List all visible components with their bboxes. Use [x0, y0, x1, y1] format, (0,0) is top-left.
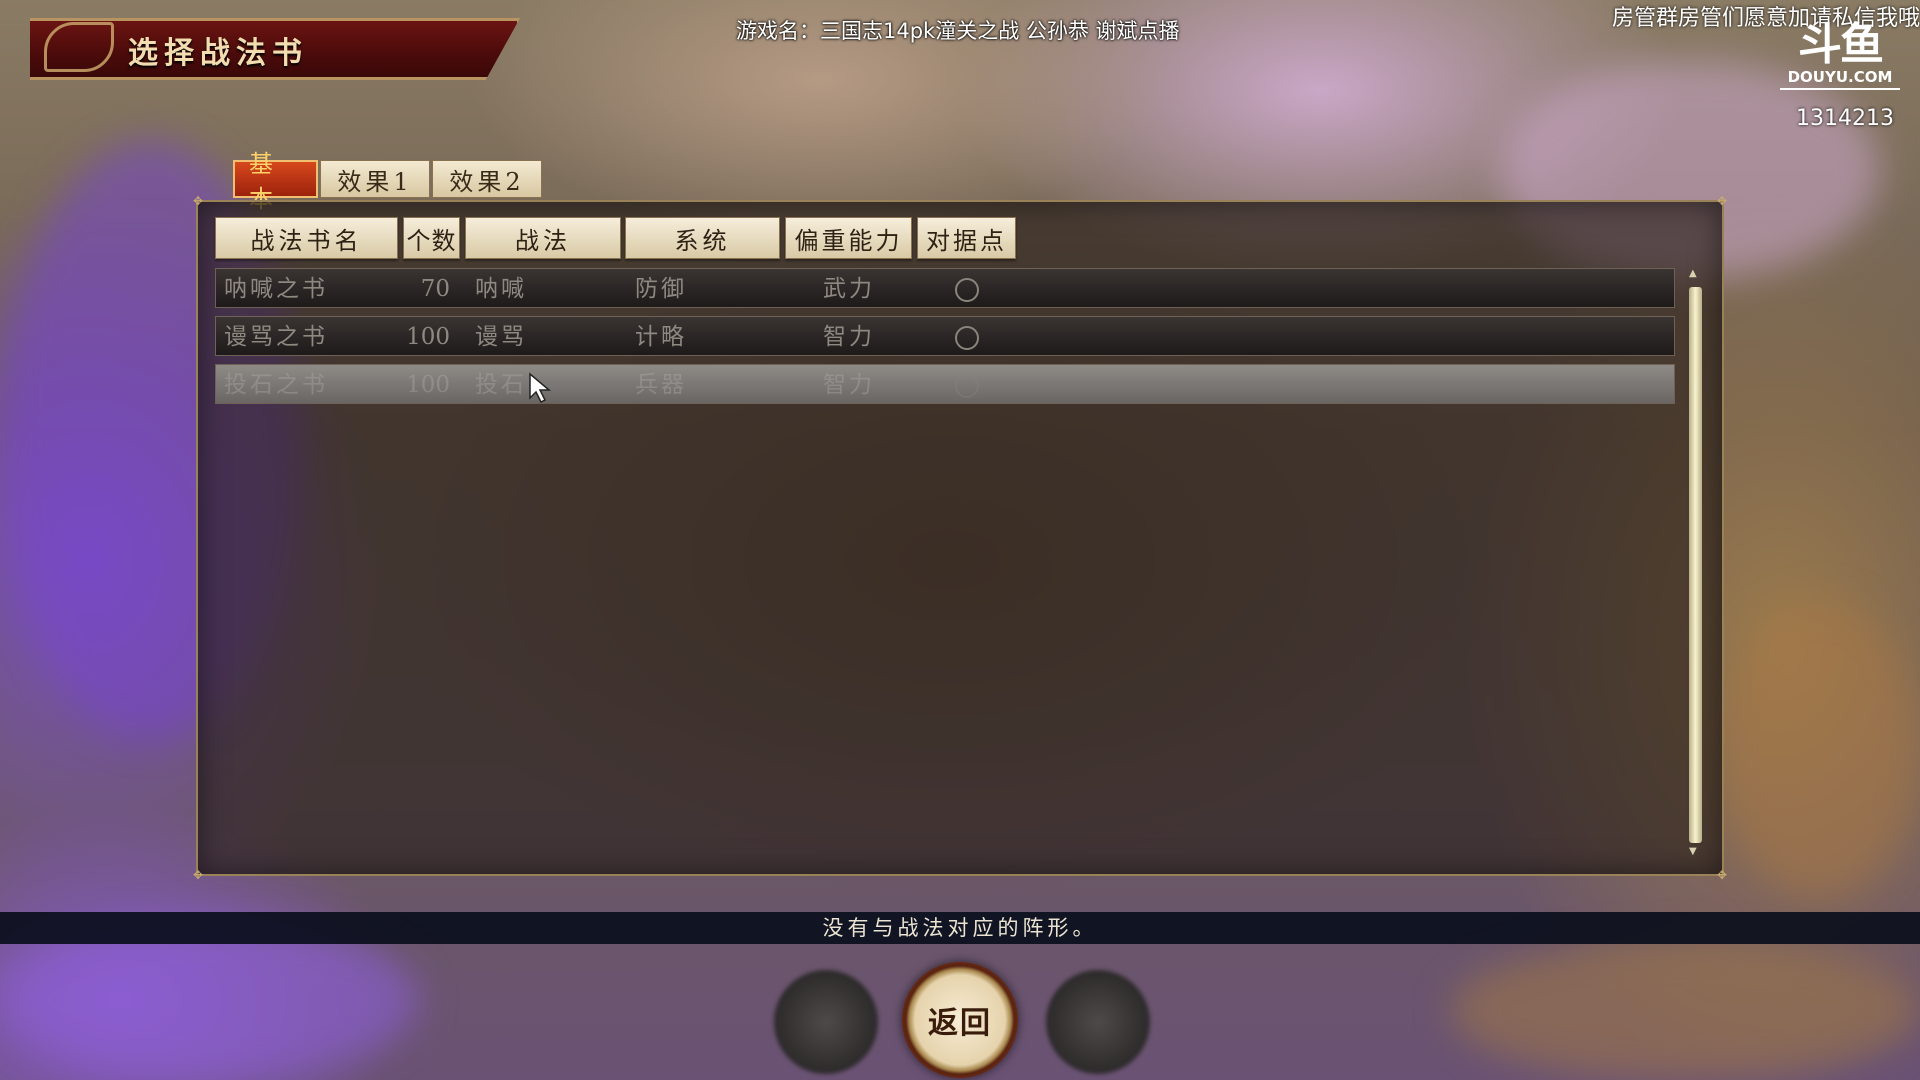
book-ability: 武力 [823, 276, 875, 302]
background-foliage [1450, 940, 1920, 1080]
info-message: 没有与战法对应的阵形。 [0, 912, 1920, 944]
stream-game-title: 游戏名：三国志14pk潼关之战 公孙恭 谢斌点播 [736, 19, 1180, 43]
column-header-tactic[interactable]: 战法 [465, 217, 621, 259]
column-header-vs-base[interactable]: 对据点 [917, 217, 1016, 259]
tab-effect-2[interactable]: 效果2 [432, 160, 542, 198]
return-button[interactable]: 返回 [902, 962, 1018, 1078]
book-count: 70 [420, 276, 450, 302]
book-count: 100 [406, 372, 450, 398]
book-system: 防御 [635, 276, 687, 302]
corner-ornament-icon: ✥ [1717, 194, 1728, 208]
column-header-count[interactable]: 个数 [403, 217, 460, 259]
vs-base-circle-icon [955, 326, 979, 350]
column-header-system[interactable]: 系统 [625, 217, 780, 259]
tab-effect-1[interactable]: 效果1 [320, 160, 430, 198]
book-name: 谩骂之书 [224, 324, 328, 350]
mouse-cursor-icon [529, 372, 552, 404]
tab-basic[interactable]: 基本 [233, 150, 318, 213]
vs-base-circle-icon [955, 278, 979, 302]
douyu-logo-glyph: 斗鱼 [1798, 19, 1884, 70]
scroll-down-icon[interactable]: ▼ [1689, 846, 1697, 857]
corner-ornament-icon: ✥ [193, 194, 204, 208]
column-header-book-name[interactable]: 战法书名 [215, 217, 398, 259]
book-tactic: 呐喊 [475, 276, 527, 302]
column-header-ability[interactable]: 偏重能力 [785, 217, 912, 259]
tab-bar: 基本 效果1 效果2 [233, 150, 542, 213]
book-count: 100 [406, 324, 450, 350]
douyu-logo-text: DOUYU.COM [1780, 68, 1900, 90]
screen-title: 选择战法书 [128, 36, 308, 71]
corner-ornament-icon: ✥ [193, 868, 204, 882]
book-ability: 智力 [823, 324, 875, 350]
scrollbar-thumb[interactable] [1689, 287, 1702, 843]
background-foliage [0, 920, 420, 1080]
book-system: 兵器 [635, 372, 687, 398]
right-orb-decoration [1046, 970, 1150, 1074]
book-tactic: 谩骂 [475, 324, 527, 350]
book-name: 呐喊之书 [224, 276, 328, 302]
douyu-logo: 斗鱼 DOUYU.COM [1780, 19, 1900, 90]
corner-ornament-icon: ✥ [1717, 868, 1728, 882]
book-system: 计略 [635, 324, 687, 350]
stream-room-id: 1314213 [1796, 106, 1894, 131]
vs-base-circle-icon [955, 374, 979, 398]
book-ability: 智力 [823, 372, 875, 398]
title-ornament-icon [44, 22, 114, 72]
background-foliage [1720, 600, 1920, 900]
book-tactic: 投石 [475, 372, 527, 398]
book-row[interactable]: 谩骂之书 100 谩骂 计略 智力 [215, 316, 1675, 356]
return-label: 返回 [928, 1006, 992, 1041]
book-row-selected[interactable]: 投石之书 100 投石 兵器 智力 [215, 364, 1675, 404]
book-row[interactable]: 呐喊之书 70 呐喊 防御 武力 [215, 268, 1675, 308]
scroll-up-icon[interactable]: ▲ [1689, 268, 1697, 279]
book-name: 投石之书 [224, 372, 328, 398]
left-orb-decoration [774, 970, 878, 1074]
